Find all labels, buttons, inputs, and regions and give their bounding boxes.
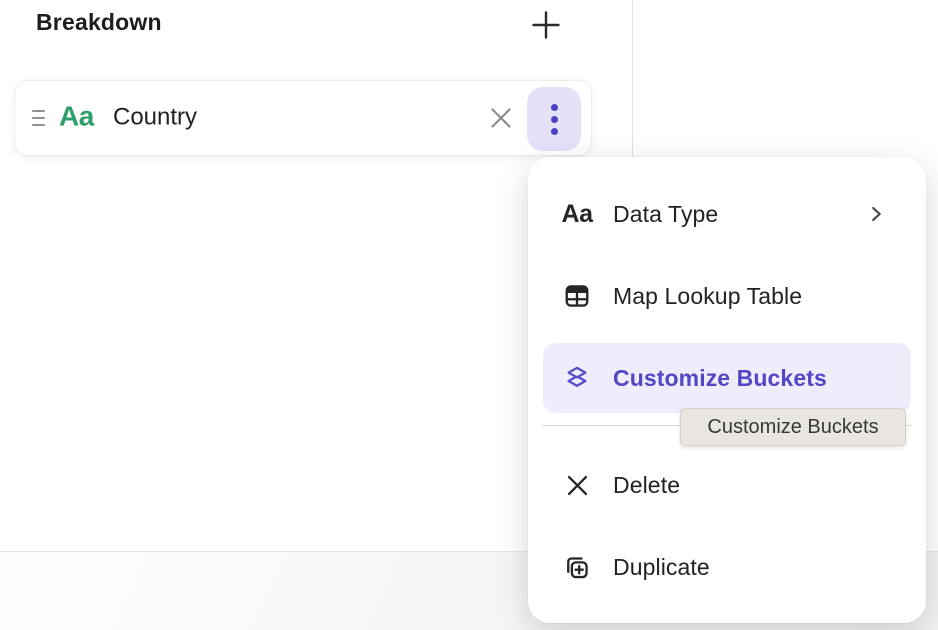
page-title: Breakdown <box>36 9 162 36</box>
chevron-right-icon <box>865 203 887 225</box>
menu-item-label: Duplicate <box>613 554 710 581</box>
x-icon <box>563 471 591 499</box>
table-icon <box>563 282 591 310</box>
menu-item-map-lookup-table[interactable]: Map Lookup Table <box>543 261 911 331</box>
breakdown-field-card: Aa Country <box>14 80 592 156</box>
field-name: Country <box>113 103 197 131</box>
tooltip: Customize Buckets <box>680 408 906 446</box>
close-icon <box>488 105 514 131</box>
field-context-menu: Aa Data Type Map Lookup Table Customize <box>528 157 926 623</box>
menu-item-delete[interactable]: Delete <box>543 450 911 520</box>
menu-item-label: Map Lookup Table <box>613 283 802 310</box>
drag-handle-icon[interactable] <box>32 110 45 126</box>
kebab-menu-icon <box>551 104 558 135</box>
field-type-icon: Aa <box>59 101 94 133</box>
menu-item-data-type[interactable]: Aa Data Type <box>543 179 911 249</box>
add-breakdown-button[interactable] <box>529 8 563 42</box>
remove-field-button[interactable] <box>486 103 516 133</box>
copy-plus-icon <box>563 553 591 581</box>
menu-item-duplicate[interactable]: Duplicate <box>543 532 911 602</box>
menu-item-label: Customize Buckets <box>613 365 827 392</box>
field-options-button[interactable] <box>527 87 581 151</box>
menu-item-customize-buckets[interactable]: Customize Buckets <box>543 343 911 413</box>
text-type-icon: Aa <box>563 200 591 228</box>
menu-item-label: Data Type <box>613 201 718 228</box>
plus-icon <box>530 9 562 41</box>
menu-item-label: Delete <box>613 472 680 499</box>
stack-icon <box>563 364 591 392</box>
